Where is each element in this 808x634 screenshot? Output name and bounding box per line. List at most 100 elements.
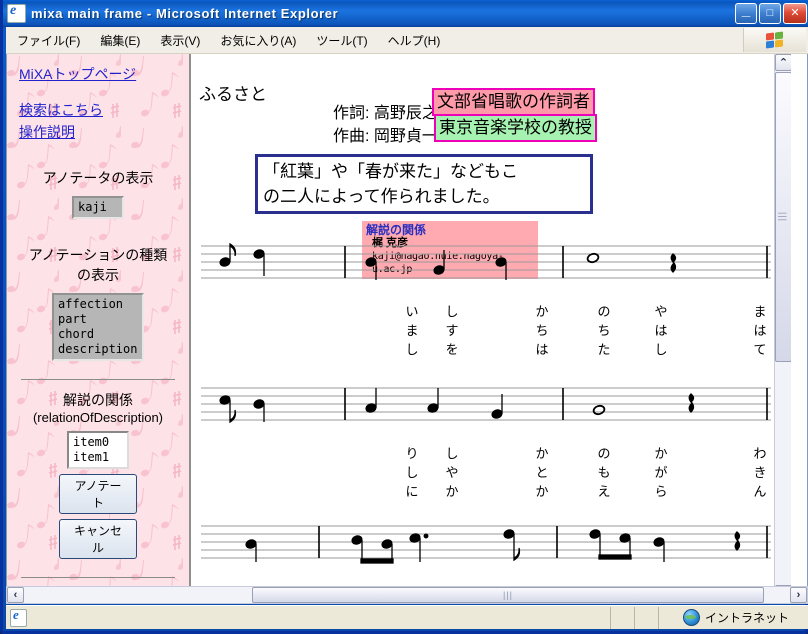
close-button[interactable]: ✕: [783, 3, 807, 24]
scroll-up-button[interactable]: ⌃: [775, 54, 791, 71]
annotation-comment-box[interactable]: 「紅葉」や「春が来た」などもこ の二人によって作られました。: [255, 154, 593, 214]
credit-lyricist: 作詞: 高野辰之: [333, 105, 438, 122]
type-option-chord[interactable]: chord: [58, 327, 138, 342]
annotation-type-heading-line2: の表示: [77, 267, 119, 283]
annotation-type-heading: アノテーションの種類 の表示: [13, 245, 183, 285]
vertical-scroll-thumb[interactable]: |||: [775, 72, 791, 362]
lyric-char: は: [753, 323, 767, 338]
comment-line-2: の二人によって作られました。: [263, 187, 500, 206]
browser-window: mixa main frame - Microsoft Internet Exp…: [0, 0, 808, 634]
status-bar: イントラネット: [6, 605, 808, 629]
annotator-listbox[interactable]: kaji: [72, 196, 124, 219]
title-bar: mixa main frame - Microsoft Internet Exp…: [3, 0, 808, 27]
sidebar-link-instructions[interactable]: 操作説明: [19, 122, 183, 142]
minimize-button[interactable]: _: [735, 3, 757, 24]
relation-title: 解説の関係: [63, 392, 133, 408]
lyric-char: す: [445, 323, 459, 338]
lyric-group: わ き ん: [749, 444, 771, 501]
lyric-group: の ち た: [593, 302, 615, 359]
lyric-char: わ: [753, 446, 767, 461]
lyric-char: り: [405, 446, 419, 461]
lyric-char: ち: [535, 323, 549, 338]
lyric-char: た: [597, 342, 611, 357]
lyric-char: き: [753, 465, 767, 480]
lyric-group: り し に: [401, 444, 423, 501]
menu-favorites[interactable]: お気に入り(A): [211, 29, 305, 52]
lyrics-row-2: り し に し や か か と か の も え か が ら わ き ん: [193, 444, 791, 506]
vertical-scrollbar[interactable]: ⌃ ||| ⌄: [774, 54, 791, 601]
lyric-char: ま: [405, 323, 419, 338]
lyric-char: ち: [597, 323, 611, 338]
annotation-type-heading-line1: アノテーションの種類: [28, 247, 168, 263]
status-message-area: [6, 607, 610, 629]
page-client-area: MiXAトップページ 検索はこちら 操作説明 アノテータの表示 kaji アノテ…: [6, 54, 808, 602]
lyric-char: て: [753, 342, 767, 357]
horizontal-scrollbar[interactable]: ‹ ||| ›: [6, 586, 808, 604]
ie-icon: [7, 3, 26, 23]
annotation-type-listbox[interactable]: affection part chord description: [52, 293, 144, 361]
lyric-group: い ま し: [401, 302, 423, 359]
security-zone-indicator[interactable]: イントラネット: [658, 606, 808, 629]
chevron-left-icon: ‹: [13, 589, 18, 601]
sidebar-link-search[interactable]: 検索はこちら: [19, 100, 183, 120]
lyric-char: は: [654, 323, 668, 338]
chevron-right-icon: ›: [796, 589, 801, 601]
sidebar-divider-top: [21, 379, 175, 380]
lyric-char: し: [405, 342, 419, 357]
lyric-group: か と か: [531, 444, 553, 501]
close-icon: ✕: [790, 7, 800, 19]
type-option-description[interactable]: description: [58, 342, 138, 357]
tooltip-title: 解説の関係: [366, 223, 427, 237]
type-option-part[interactable]: part: [58, 312, 138, 327]
lyric-char: し: [445, 446, 459, 461]
lyric-char: ら: [654, 484, 668, 499]
scroll-grip-icon: |||: [778, 211, 789, 223]
annotator-option-kaji[interactable]: kaji: [78, 200, 118, 215]
lyrics-row-1: い ま し し す を か ち は の ち た や は し ま は て: [193, 302, 791, 364]
lyric-char: の: [597, 446, 611, 461]
music-staff-1[interactable]: [201, 242, 771, 284]
type-option-affection[interactable]: affection: [58, 297, 138, 312]
music-staff-3[interactable]: [201, 522, 771, 564]
comment-line-1: 「紅葉」や「春が来た」などもこ: [263, 162, 518, 181]
relation-option-item1[interactable]: item1: [73, 450, 123, 465]
score-document: ふるさと 作詞: 高野辰之 作曲: 岡野貞一 文部省唱歌の作詞者 東京音楽学校の…: [193, 54, 791, 601]
lyric-char: が: [654, 465, 668, 480]
lyric-group: の も え: [593, 444, 615, 501]
annotate-button[interactable]: アノテート: [59, 474, 137, 514]
music-staff-2[interactable]: [201, 384, 771, 426]
menu-edit[interactable]: 編集(E): [91, 29, 149, 52]
security-zone-label: イントラネット: [705, 611, 790, 625]
relation-listbox[interactable]: item0 item1: [67, 431, 129, 469]
horizontal-scroll-thumb[interactable]: |||: [252, 587, 764, 603]
annotation-highlight-lyricist[interactable]: 文部省唱歌の作詞者: [432, 88, 595, 116]
lyric-char: か: [535, 484, 549, 499]
lyric-char: し: [405, 465, 419, 480]
relation-option-item0[interactable]: item0: [73, 435, 123, 450]
annotator-heading: アノテータの表示: [42, 170, 154, 186]
scroll-left-button[interactable]: ‹: [7, 587, 24, 603]
lyric-char: ん: [753, 484, 767, 499]
globe-icon: [683, 609, 700, 626]
maximize-button[interactable]: □: [759, 3, 781, 24]
cancel-button[interactable]: キャンセル: [59, 519, 137, 559]
lyric-char: え: [597, 484, 611, 499]
menu-bar: ファイル(F) 編集(E) 表示(V) お気に入り(A) ツール(T) ヘルプ(…: [6, 27, 808, 54]
content-frame: ふるさと 作詞: 高野辰之 作曲: 岡野貞一 文部省唱歌の作詞者 東京音楽学校の…: [193, 54, 791, 601]
menu-view[interactable]: 表示(V): [151, 29, 209, 52]
sidebar-divider-bottom: [21, 577, 175, 578]
menu-tools[interactable]: ツール(T): [307, 29, 376, 52]
sidebar-frame: MiXAトップページ 検索はこちら 操作説明 アノテータの表示 kaji アノテ…: [7, 54, 191, 601]
menu-help[interactable]: ヘルプ(H): [379, 29, 450, 52]
lyric-char: か: [654, 446, 668, 461]
status-cell-1: [610, 606, 634, 629]
lyric-char: か: [535, 304, 549, 319]
scroll-right-button[interactable]: ›: [790, 587, 807, 603]
sidebar-link-top-page[interactable]: MiXAトップページ: [19, 64, 183, 84]
menu-file[interactable]: ファイル(F): [8, 29, 89, 52]
windows-flag-icon: [743, 28, 806, 52]
annotation-highlight-composer[interactable]: 東京音楽学校の教授: [434, 114, 597, 142]
lyric-group: し す を: [441, 302, 463, 359]
chevron-up-icon: ⌃: [778, 57, 789, 69]
lyric-char: の: [597, 304, 611, 319]
